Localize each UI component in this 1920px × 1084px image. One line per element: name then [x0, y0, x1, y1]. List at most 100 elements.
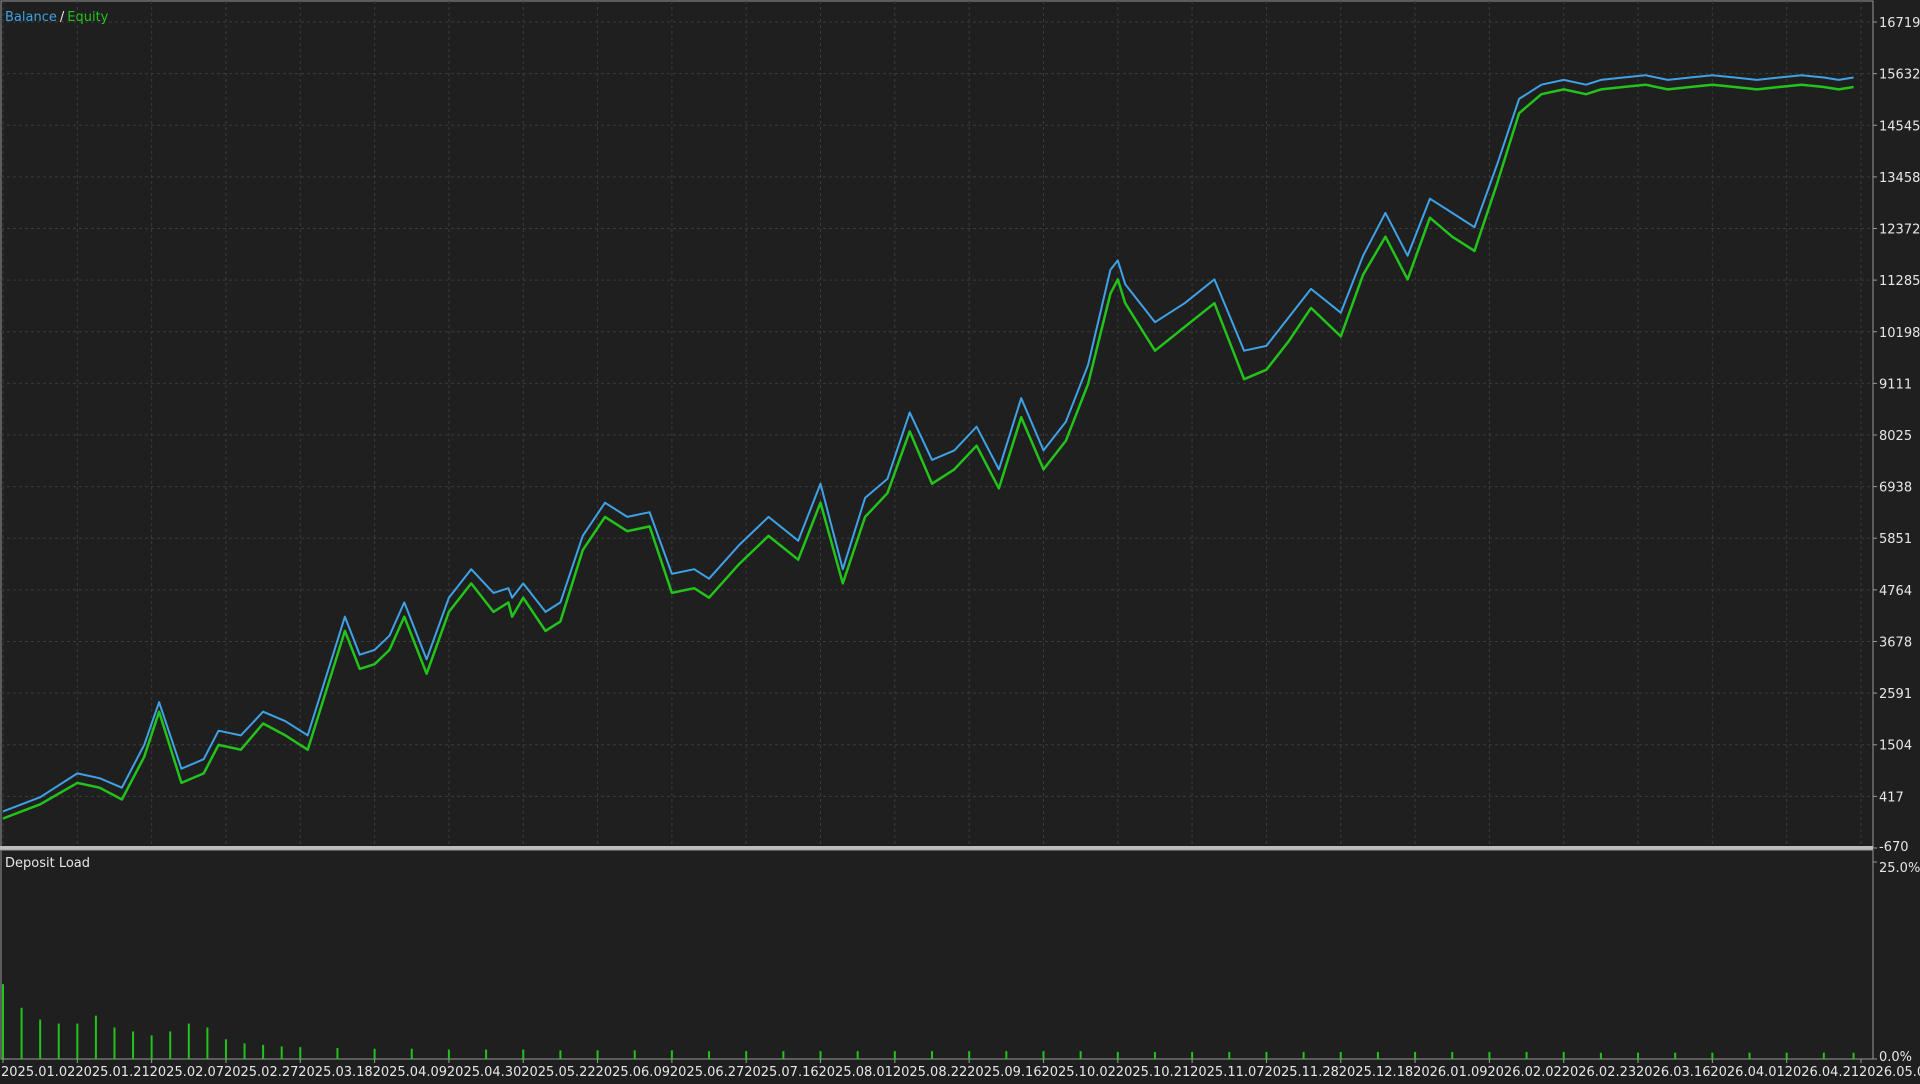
- deposit-load-bar: [522, 1049, 525, 1059]
- legend-equity: Equity: [67, 10, 108, 25]
- deposit-load-bar: [856, 1051, 859, 1059]
- y-tick-label-7: 9111: [1879, 377, 1912, 392]
- y-tick-label-16: -670: [1879, 840, 1909, 855]
- y-tick-label-2: 14545: [1879, 119, 1920, 134]
- deposit-load-bar: [893, 1051, 896, 1059]
- legend: Balance / Equity: [5, 10, 109, 25]
- deposit-load-bar: [670, 1050, 673, 1059]
- y-tick-label-4: 12372: [1879, 222, 1920, 237]
- y-tick-label-14: 1504: [1879, 739, 1912, 754]
- deposit-load-bar: [76, 1023, 79, 1059]
- y-tick-label-10: 5851: [1879, 532, 1912, 547]
- x-tick-label-19: 2026.01.09: [1413, 1065, 1487, 1080]
- deposit-load-bar: [1822, 1052, 1825, 1059]
- x-tick-label-8: 2025.06.09: [596, 1065, 670, 1080]
- deposit-load-bar: [596, 1050, 599, 1059]
- deposit-load-bar: [336, 1047, 339, 1059]
- deposit-load-bar: [20, 1007, 23, 1059]
- deposit-load-bar: [169, 1031, 172, 1059]
- deposit-load-bar: [2, 984, 4, 1059]
- deposit-load-bar: [1599, 1052, 1602, 1059]
- deposit-load-bar: [1525, 1051, 1528, 1059]
- deposit-load-bar: [1265, 1051, 1268, 1059]
- deposit-load-bar: [150, 1035, 153, 1059]
- y-tick-label-9: 6938: [1879, 481, 1912, 496]
- deposit-load-bar: [206, 1027, 209, 1059]
- deposit-load-bar: [1451, 1051, 1454, 1059]
- chart-svg: 16719 15632 14545 13458 12372 11285 10198 9111 8…: [0, 0, 1920, 1080]
- deposit-load-bar: [299, 1047, 302, 1059]
- sub-y-tick-label-1: 0.0%: [1879, 1050, 1912, 1065]
- deposit-load-bar: [1302, 1051, 1305, 1059]
- deposit-load-title: Deposit Load: [5, 856, 90, 871]
- deposit-load-bar: [1414, 1051, 1417, 1059]
- x-tick-label-22: 2026.03.16: [1636, 1065, 1710, 1080]
- legend-balance: Balance: [5, 10, 57, 25]
- deposit-load-bar: [1079, 1051, 1082, 1059]
- deposit-load-bar: [1116, 1051, 1119, 1059]
- y-tick-label-15: 417: [1879, 790, 1904, 805]
- deposit-load-bar: [224, 1039, 227, 1059]
- x-tick-label-12: 2025.08.22: [893, 1065, 967, 1080]
- y-tick-label-3: 13458: [1879, 171, 1920, 186]
- deposit-load-bar: [1488, 1051, 1491, 1059]
- x-tick-label-16: 2025.11.07: [1190, 1065, 1264, 1080]
- x-tick-label-17: 2025.11.28: [1264, 1065, 1338, 1080]
- x-tick-label-21: 2026.02.23: [1562, 1065, 1636, 1080]
- deposit-load-bar: [968, 1051, 971, 1059]
- deposit-load-bar: [633, 1050, 636, 1059]
- x-tick-label-1: 2025.01.21: [75, 1065, 149, 1080]
- deposit-load-bar: [819, 1051, 822, 1059]
- x-tick-label-14: 2025.10.02: [1041, 1065, 1115, 1080]
- legend-separator: /: [60, 10, 65, 25]
- deposit-load-bar: [243, 1043, 246, 1059]
- deposit-load-bar: [1228, 1051, 1231, 1059]
- x-tick-label-6: 2025.04.30: [447, 1065, 521, 1080]
- deposit-load-bar: [410, 1048, 413, 1059]
- y-tick-label-1: 15632: [1879, 68, 1920, 83]
- x-tick-label-4: 2025.03.18: [298, 1065, 372, 1080]
- chart-background: [0, 0, 1920, 1080]
- y-tick-label-11: 4764: [1879, 584, 1912, 599]
- deposit-load-bar: [373, 1048, 376, 1059]
- x-tick-label-7: 2025.05.22: [521, 1065, 595, 1080]
- deposit-load-bar: [485, 1049, 488, 1059]
- deposit-load-bar: [94, 1015, 97, 1059]
- deposit-load-bar: [782, 1051, 785, 1059]
- deposit-load-bar: [1785, 1052, 1788, 1059]
- deposit-load-bar: [132, 1031, 135, 1059]
- chart-window: 16719 15632 14545 13458 12372 11285 10198 9111 8…: [0, 0, 1920, 1080]
- deposit-load-bar: [1191, 1051, 1194, 1059]
- deposit-load-bar: [262, 1044, 265, 1059]
- deposit-load-bar: [57, 1023, 60, 1059]
- y-tick-label-8: 8025: [1879, 429, 1912, 444]
- deposit-load-bar: [931, 1051, 933, 1059]
- x-tick-label-2: 2025.02.07: [150, 1065, 224, 1080]
- x-tick-label-23: 2026.04.01: [1710, 1065, 1784, 1080]
- x-tick-label-20: 2026.02.02: [1487, 1065, 1561, 1080]
- deposit-load-bar: [1339, 1051, 1342, 1059]
- deposit-load-bar: [1153, 1051, 1156, 1059]
- panel-separator[interactable]: [0, 846, 1873, 850]
- deposit-load-bar: [745, 1051, 748, 1059]
- deposit-load-bar: [1674, 1052, 1677, 1059]
- x-tick-label-3: 2025.02.27: [224, 1065, 298, 1080]
- deposit-load-bar: [1852, 1052, 1855, 1059]
- y-tick-label-6: 10198: [1879, 326, 1920, 341]
- deposit-load-bar: [447, 1049, 450, 1059]
- deposit-load-bar: [1748, 1052, 1751, 1059]
- deposit-load-bar: [113, 1027, 116, 1059]
- y-tick-label-12: 3678: [1879, 635, 1912, 650]
- deposit-load-bar: [1042, 1051, 1045, 1059]
- x-tick-label-0: 2025.01.02: [1, 1065, 75, 1080]
- deposit-load-bar: [39, 1019, 42, 1059]
- y-tick-label-0: 16719: [1879, 16, 1920, 31]
- x-tick-label-15: 2025.10.21: [1116, 1065, 1190, 1080]
- deposit-load-bar: [1637, 1052, 1640, 1059]
- x-tick-label-13: 2025.09.16: [967, 1065, 1041, 1080]
- x-tick-label-25: 2026.05.08: [1859, 1065, 1920, 1080]
- deposit-load-bar: [1711, 1052, 1714, 1059]
- sub-y-tick-label-0: 25.0%: [1879, 861, 1920, 876]
- deposit-load-bar: [708, 1051, 711, 1059]
- deposit-load-bar: [1562, 1051, 1565, 1059]
